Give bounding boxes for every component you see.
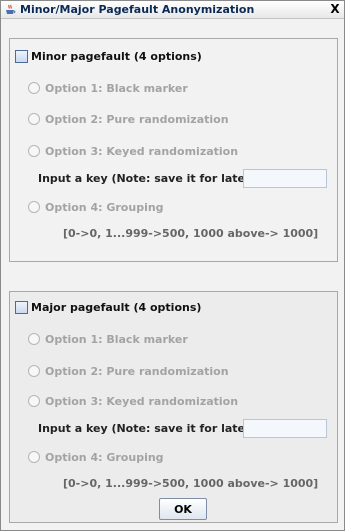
minor-option1-radio[interactable] [28,82,40,94]
minor-pagefault-checkbox[interactable] [15,49,28,63]
minor-option4-label: Option 4: Grouping [45,200,164,214]
major-option3-label: Option 3: Keyed randomization [45,394,239,408]
major-option2-radio[interactable] [28,365,40,377]
minor-option3-radio[interactable] [28,145,40,157]
major-option3-radio[interactable] [28,395,40,407]
major-key-input[interactable] [243,419,327,438]
minor-option1-row[interactable]: Option 1: Black marker [28,80,188,96]
major-pagefault-checkbox-row[interactable]: Major pagefault (4 options) [15,299,201,315]
minor-option3-label: Option 3: Keyed randomization [45,144,239,158]
major-pagefault-label: Major pagefault (4 options) [31,300,202,314]
major-option1-row[interactable]: Option 1: Black marker [28,331,188,347]
minor-pagefault-checkbox-row[interactable]: Minor pagefault (4 options) [15,48,202,64]
minor-key-input[interactable] [243,169,327,188]
major-pagefault-checkbox[interactable] [15,300,28,314]
major-option2-label: Option 2: Pure randomization [45,364,229,378]
major-option1-label: Option 1: Black marker [45,332,188,346]
minor-option4-row[interactable]: Option 4: Grouping [28,199,164,215]
window-title: Minor/Major Pagefault Anonymization [20,3,255,16]
major-grouping-mapping: [0->0, 1...999->500, 1000 above-> 1000] [63,477,319,490]
minor-option3-row[interactable]: Option 3: Keyed randomization [28,143,238,159]
java-cup-icon [6,4,16,14]
minor-grouping-mapping: [0->0, 1...999->500, 1000 above-> 1000] [63,227,319,240]
major-option4-row[interactable]: Option 4: Grouping [28,449,164,465]
minor-option1-label: Option 1: Black marker [45,81,188,95]
minor-option2-label: Option 2: Pure randomization [45,112,229,126]
major-option4-label: Option 4: Grouping [45,450,164,464]
major-option1-radio[interactable] [28,333,40,345]
major-option3-row[interactable]: Option 3: Keyed randomization [28,393,238,409]
major-option4-radio[interactable] [28,451,40,463]
minor-pagefault-label: Minor pagefault (4 options) [31,49,202,63]
major-option2-row[interactable]: Option 2: Pure randomization [28,363,229,379]
minor-option2-radio[interactable] [28,113,40,125]
dialog-window: Minor/Major Pagefault Anonymization X Mi… [0,0,345,531]
ok-button[interactable]: OK [159,498,207,520]
title-bar[interactable]: Minor/Major Pagefault Anonymization X [1,1,344,19]
minor-option2-row[interactable]: Option 2: Pure randomization [28,111,229,127]
minor-option4-radio[interactable] [28,201,40,213]
close-button[interactable]: X [328,2,342,17]
